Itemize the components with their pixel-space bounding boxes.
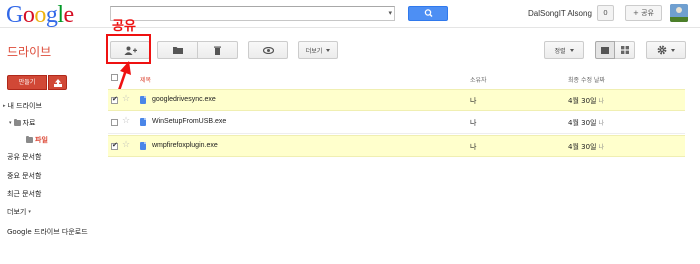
file-owner: 나	[470, 119, 477, 127]
file-name[interactable]: WinSetupFromUSB.exe	[152, 118, 226, 125]
modified-by: 나	[598, 120, 604, 127]
modified-by: 나	[598, 98, 604, 105]
chevron-down-icon	[569, 48, 574, 52]
file-modified: 4월 30일 나	[568, 118, 604, 128]
file-owner: 나	[470, 143, 477, 151]
chevron-down-icon	[326, 48, 331, 52]
logo-letter: g	[45, 2, 58, 28]
avatar[interactable]	[670, 4, 688, 22]
file-icon	[140, 142, 146, 150]
chevron-down-icon: ▾	[9, 120, 12, 126]
select-all-checkbox[interactable]	[111, 74, 118, 81]
sidebar-item-starred[interactable]: 중요 문서함	[7, 171, 41, 181]
sidebar-item-folder-jaryo[interactable]: ▾ 자료	[9, 118, 35, 128]
avatar-image	[670, 4, 688, 22]
chevron-down-icon: ▾	[28, 209, 31, 215]
delete-button[interactable]	[198, 41, 238, 59]
sidebar-item-more[interactable]: 더보기 ▾	[7, 207, 33, 217]
header-divider	[0, 27, 700, 28]
file-icon	[140, 96, 146, 104]
search-button[interactable]	[408, 6, 448, 21]
modified-date: 4월 30일	[568, 143, 597, 151]
google-logo[interactable]: Google	[6, 3, 74, 27]
sidebar-item-label: 내 드라이브	[7, 102, 42, 110]
file-modified: 4월 30일 나	[568, 96, 604, 106]
annotation-label: 공유	[112, 19, 136, 34]
share-profile-button[interactable]: + 공유	[625, 5, 662, 21]
logo-letter: e	[63, 2, 75, 28]
grid-view-button[interactable]	[615, 41, 635, 59]
star-icon[interactable]: ☆	[122, 116, 130, 126]
table-row[interactable]: ☆ WinSetupFromUSB.exe 나 4월 30일 나	[108, 112, 685, 134]
sidebar-item-label: 더보기	[7, 208, 27, 216]
star-icon[interactable]: ☆	[122, 94, 130, 104]
sort-button[interactable]: 정렬	[544, 41, 584, 59]
logo-letter: o	[22, 2, 35, 28]
sidebar-item-my-drive[interactable]: ▸ 내 드라이브	[3, 101, 42, 111]
list-header: 제목 소유자 최종 수정 날짜	[108, 67, 685, 88]
preview-button[interactable]	[248, 41, 288, 59]
modified-date: 4월 30일	[568, 97, 597, 105]
sidebar-item-shared[interactable]: 공유 문서함	[7, 152, 41, 162]
notification-count-button[interactable]: 0	[597, 5, 614, 21]
eye-icon	[262, 46, 274, 54]
trash-icon	[214, 46, 221, 55]
grid-view-icon	[620, 46, 629, 54]
search-options-dropdown-icon[interactable]: ▾	[388, 9, 392, 18]
create-new-button[interactable]: 만들기	[7, 75, 47, 90]
sidebar-item-label: 자료	[22, 119, 36, 127]
row-checkbox[interactable]	[111, 119, 118, 126]
more-actions-label: 더보기	[305, 47, 323, 55]
star-icon[interactable]: ☆	[122, 140, 130, 150]
settings-button[interactable]	[646, 41, 686, 59]
sidebar-item-label: 파일	[35, 136, 48, 144]
column-header-owner[interactable]: 소유자	[470, 75, 487, 84]
modified-date: 4월 30일	[568, 119, 597, 127]
file-name[interactable]: wmpfirefoxplugin.exe	[152, 142, 218, 149]
move-to-folder-button[interactable]	[157, 41, 198, 59]
gear-icon	[657, 45, 667, 55]
table-row[interactable]: ☆ wmpfirefoxplugin.exe 나 4월 30일나	[108, 135, 685, 157]
app-title[interactable]: 드라이브	[7, 43, 51, 60]
folder-icon	[172, 47, 183, 54]
search-icon	[424, 9, 433, 17]
file-icon	[140, 118, 146, 126]
column-header-title[interactable]: 제목	[140, 75, 151, 84]
sort-label: 정렬	[554, 47, 566, 55]
sidebar-item-recent[interactable]: 최근 문서함	[7, 189, 41, 199]
chevron-down-icon	[671, 48, 675, 52]
modified-by: 나	[598, 144, 604, 151]
row-checkbox[interactable]	[111, 95, 118, 104]
sidebar-item-folder-file[interactable]: 파일	[26, 135, 48, 145]
logo-letter: o	[34, 2, 46, 28]
account-name[interactable]: DalSongIT Alsong	[528, 9, 592, 18]
list-view-icon	[601, 46, 609, 54]
file-owner: 나	[470, 97, 477, 105]
search-input[interactable]: ▾	[110, 6, 395, 21]
list-view-button[interactable]	[595, 41, 615, 59]
table-row[interactable]: ☆ googledrivesync.exe 나 4월 30일나	[108, 89, 685, 111]
more-actions-button[interactable]: 더보기	[298, 41, 338, 59]
column-header-modified[interactable]: 최종 수정 날짜	[568, 75, 605, 84]
row-checkbox[interactable]	[111, 141, 118, 150]
chevron-right-icon: ▸	[3, 103, 6, 109]
folder-icon	[26, 135, 33, 143]
folder-icon	[13, 118, 21, 126]
logo-letter: G	[6, 2, 23, 28]
download-drive-link[interactable]: Google 드라이브 다운로드	[7, 227, 88, 237]
file-modified: 4월 30일 나	[568, 142, 604, 152]
file-name[interactable]: googledrivesync.exe	[152, 96, 216, 103]
upload-button[interactable]	[48, 75, 67, 90]
upload-icon	[53, 78, 62, 87]
